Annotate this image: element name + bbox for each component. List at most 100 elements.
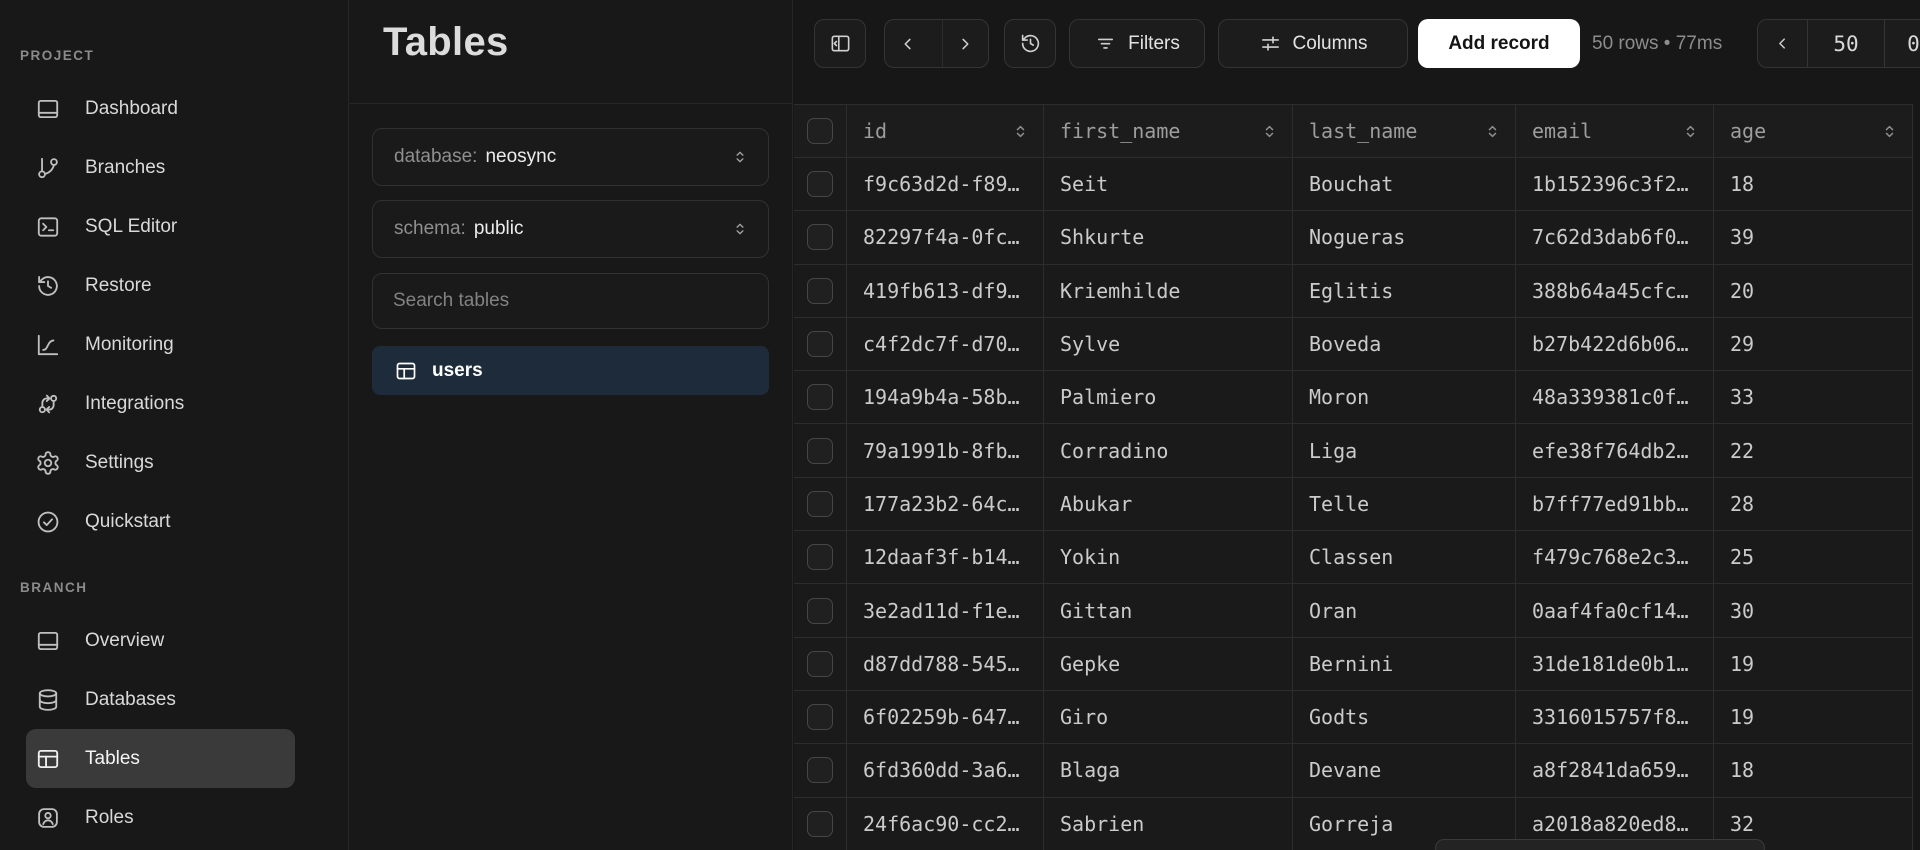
cell-email[interactable]: b27b422d6b06…: [1516, 318, 1714, 370]
cell-first-name[interactable]: Sabrien: [1044, 798, 1293, 850]
cell-first-name[interactable]: Sylve: [1044, 318, 1293, 370]
sidebar-item-roles[interactable]: Roles: [26, 788, 295, 847]
prev-page-button[interactable]: [1758, 20, 1807, 67]
row-checkbox[interactable]: [807, 704, 833, 730]
sidebar-item-settings[interactable]: Settings: [26, 433, 295, 492]
cell-id[interactable]: 24f6ac90-cc2…: [847, 798, 1044, 850]
sort-icon[interactable]: [1259, 121, 1280, 142]
cell-last-name[interactable]: Classen: [1293, 531, 1516, 583]
database-select[interactable]: database: neosync: [372, 128, 769, 186]
sidebar-item-branches[interactable]: Branches: [26, 138, 295, 197]
cell-last-name[interactable]: Moron: [1293, 371, 1516, 423]
cell-first-name[interactable]: Gittan: [1044, 584, 1293, 636]
table-row[interactable]: d87dd788-545…GepkeBernini31de181de0b1…19: [794, 638, 1913, 691]
cell-first-name[interactable]: Abukar: [1044, 478, 1293, 530]
cell-age[interactable]: 28: [1714, 478, 1913, 530]
cell-id[interactable]: d87dd788-545…: [847, 638, 1044, 690]
add-record-button[interactable]: Add record: [1418, 19, 1580, 68]
cell-id[interactable]: 6f02259b-647…: [847, 691, 1044, 743]
cell-last-name[interactable]: Oran: [1293, 584, 1516, 636]
cell-email[interactable]: 0aaf4fa0cf14…: [1516, 584, 1714, 636]
cell-first-name[interactable]: Gepke: [1044, 638, 1293, 690]
cell-email[interactable]: f479c768e2c3…: [1516, 531, 1714, 583]
cell-age[interactable]: 19: [1714, 691, 1913, 743]
table-row[interactable]: c4f2dc7f-d70…SylveBovedab27b422d6b06…29: [794, 318, 1913, 371]
cell-first-name[interactable]: Yokin: [1044, 531, 1293, 583]
page-offset-value[interactable]: 0: [1884, 20, 1920, 67]
cell-email[interactable]: 1b152396c3f2…: [1516, 158, 1714, 210]
cell-email[interactable]: efe38f764db2…: [1516, 424, 1714, 476]
table-row[interactable]: 177a23b2-64c…AbukarTelleb7ff77ed91bb…28: [794, 478, 1913, 531]
cell-last-name[interactable]: Telle: [1293, 478, 1516, 530]
cell-id[interactable]: 419fb613-df9…: [847, 265, 1044, 317]
row-checkbox[interactable]: [807, 598, 833, 624]
cell-age[interactable]: 33: [1714, 371, 1913, 423]
cell-first-name[interactable]: Corradino: [1044, 424, 1293, 476]
cell-last-name[interactable]: Bouchat: [1293, 158, 1516, 210]
collapse-sidebar-button[interactable]: [814, 19, 866, 68]
cell-id[interactable]: c4f2dc7f-d70…: [847, 318, 1044, 370]
cell-first-name[interactable]: Shkurte: [1044, 211, 1293, 263]
columns-button[interactable]: Columns: [1218, 19, 1408, 68]
row-checkbox[interactable]: [807, 757, 833, 783]
row-checkbox[interactable]: [807, 544, 833, 570]
column-header-id[interactable]: id: [847, 105, 1044, 157]
sidebar-item-overview[interactable]: Overview: [26, 611, 295, 670]
cell-email[interactable]: 31de181de0b1…: [1516, 638, 1714, 690]
cell-first-name[interactable]: Kriemhilde: [1044, 265, 1293, 317]
page-size-value[interactable]: 50: [1807, 20, 1884, 67]
sidebar-item-integrations[interactable]: Integrations: [26, 374, 295, 433]
cell-id[interactable]: 194a9b4a-58b…: [847, 371, 1044, 423]
row-checkbox[interactable]: [807, 384, 833, 410]
row-checkbox[interactable]: [807, 278, 833, 304]
filters-button[interactable]: Filters: [1069, 19, 1205, 68]
cell-email[interactable]: 3316015757f8…: [1516, 691, 1714, 743]
sort-icon[interactable]: [1680, 121, 1701, 142]
sidebar-item-quickstart[interactable]: Quickstart: [26, 492, 295, 551]
table-row[interactable]: 6f02259b-647…GiroGodts3316015757f8…19: [794, 691, 1913, 744]
sidebar-item-monitoring[interactable]: Monitoring: [26, 315, 295, 374]
cell-id[interactable]: 79a1991b-8fb…: [847, 424, 1044, 476]
sidebar-item-sql-editor[interactable]: SQL Editor: [26, 197, 295, 256]
cell-first-name[interactable]: Palmiero: [1044, 371, 1293, 423]
table-list-item-users[interactable]: users: [372, 346, 769, 395]
row-checkbox[interactable]: [807, 171, 833, 197]
cell-email[interactable]: 388b64a45cfc…: [1516, 265, 1714, 317]
schema-select[interactable]: schema: public: [372, 200, 769, 258]
row-checkbox[interactable]: [807, 438, 833, 464]
cell-email[interactable]: 7c62d3dab6f0…: [1516, 211, 1714, 263]
cell-age[interactable]: 20: [1714, 265, 1913, 317]
cell-first-name[interactable]: Blaga: [1044, 744, 1293, 796]
table-row[interactable]: 6fd360dd-3a6…BlagaDevanea8f2841da659…18: [794, 744, 1913, 797]
back-button[interactable]: [885, 20, 931, 67]
cell-first-name[interactable]: Giro: [1044, 691, 1293, 743]
cell-age[interactable]: 39: [1714, 211, 1913, 263]
cell-age[interactable]: 25: [1714, 531, 1913, 583]
row-checkbox[interactable]: [807, 491, 833, 517]
row-checkbox[interactable]: [807, 811, 833, 837]
cell-first-name[interactable]: Seit: [1044, 158, 1293, 210]
sort-icon[interactable]: [1010, 121, 1031, 142]
table-row[interactable]: 3e2ad11d-f1e…GittanOran0aaf4fa0cf14…30: [794, 584, 1913, 637]
sidebar-item-databases[interactable]: Databases: [26, 670, 295, 729]
select-all-checkbox[interactable]: [807, 118, 833, 144]
cell-email[interactable]: 48a339381c0f…: [1516, 371, 1714, 423]
cell-age[interactable]: 18: [1714, 158, 1913, 210]
sidebar-item-restore[interactable]: Restore: [26, 256, 295, 315]
cell-age[interactable]: 22: [1714, 424, 1913, 476]
horizontal-scrollbar[interactable]: [1435, 839, 1765, 850]
cell-id[interactable]: 177a23b2-64c…: [847, 478, 1044, 530]
cell-email[interactable]: b7ff77ed91bb…: [1516, 478, 1714, 530]
cell-age[interactable]: 30: [1714, 584, 1913, 636]
cell-last-name[interactable]: Liga: [1293, 424, 1516, 476]
sidebar-item-tables[interactable]: Tables: [26, 729, 295, 788]
column-header-age[interactable]: age: [1714, 105, 1913, 157]
cell-id[interactable]: 12daaf3f-b14…: [847, 531, 1044, 583]
cell-id[interactable]: 3e2ad11d-f1e…: [847, 584, 1044, 636]
table-row[interactable]: 194a9b4a-58b…PalmieroMoron48a339381c0f…3…: [794, 371, 1913, 424]
table-row[interactable]: 79a1991b-8fb…CorradinoLigaefe38f764db2…2…: [794, 424, 1913, 477]
cell-last-name[interactable]: Eglitis: [1293, 265, 1516, 317]
forward-button[interactable]: [942, 20, 988, 67]
query-history-button[interactable]: [1004, 19, 1056, 68]
cell-age[interactable]: 19: [1714, 638, 1913, 690]
